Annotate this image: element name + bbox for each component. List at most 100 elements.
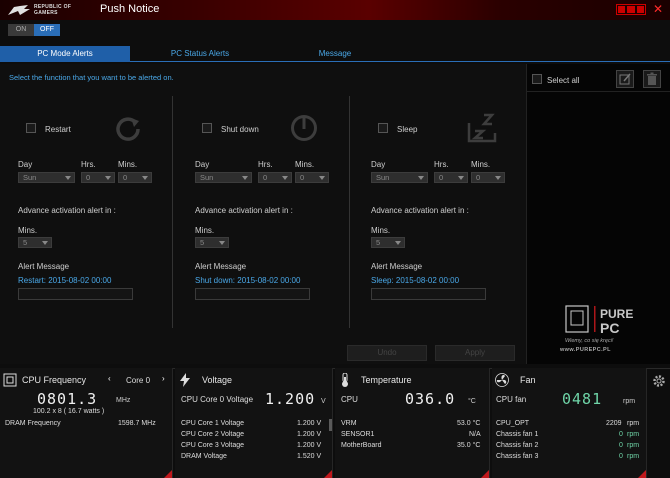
voltage-row-label: CPU Core 2 Voltage	[181, 431, 245, 438]
restart-checkbox[interactable]	[26, 123, 36, 133]
fan-row-label: CPU_OPT	[496, 420, 530, 427]
advance-label: Advance activation alert in :	[195, 206, 293, 215]
cpu-fan-value: 0481	[562, 390, 603, 408]
fan-row-value: 0	[619, 431, 623, 438]
toggle-off[interactable]: OFF	[34, 24, 60, 36]
shutdown-checkbox[interactable]	[202, 123, 212, 133]
temperature-row-value: 53.0 °C	[457, 420, 481, 427]
hrs-select[interactable]: 0	[258, 172, 292, 183]
cpu-temperature-label: CPU	[341, 395, 358, 404]
on-off-toggle[interactable]: ON OFF	[8, 24, 60, 36]
list-toolbar: Select all	[527, 64, 670, 92]
expand-corner[interactable]	[481, 470, 489, 478]
hrs-label: Hrs.	[434, 160, 449, 169]
alert-message-label: Alert Message	[371, 262, 423, 271]
tab-pc-status-alerts[interactable]: PC Status Alerts	[135, 46, 265, 62]
fan-row-unit: rpm	[627, 442, 640, 449]
cpu-fan-unit: rpm	[623, 398, 636, 405]
voltage-title: Voltage	[202, 375, 233, 385]
mins-select[interactable]: 0	[295, 172, 329, 183]
hrs-label: Hrs.	[81, 160, 96, 169]
mins-select[interactable]: 0	[471, 172, 505, 183]
dram-frequency-value: 1598.7 MHz	[118, 420, 156, 427]
day-label: Day	[195, 160, 210, 169]
cpu-frequency-title: CPU Frequency	[22, 375, 87, 385]
mins-label: Mins.	[118, 160, 138, 169]
cpu-temperature-value: 036.0	[405, 390, 456, 408]
adv-mins-select[interactable]: 5	[18, 237, 52, 248]
hrs-select[interactable]: 0	[81, 172, 115, 183]
expand-corner[interactable]	[324, 470, 332, 478]
adv-mins-label: Mins.	[371, 226, 391, 235]
gear-icon[interactable]	[652, 374, 666, 388]
tab-pc-mode-alerts[interactable]: PC Mode Alerts	[0, 46, 130, 62]
temperature-row-label: SENSOR1	[341, 431, 375, 438]
undo-button[interactable]: Undo	[347, 345, 427, 361]
voltage-row-value: 1.520 V	[297, 453, 322, 460]
sleep-label: Sleep	[397, 125, 418, 134]
fan-row-unit: rpm	[627, 453, 640, 460]
edit-button[interactable]	[616, 70, 634, 88]
temperature-row-value: 35.0 °C	[457, 442, 481, 449]
advance-label: Advance activation alert in :	[371, 206, 469, 215]
day-label: Day	[18, 160, 33, 169]
temperature-row-label: MotherBoard	[341, 442, 382, 449]
expand-corner[interactable]	[164, 470, 172, 478]
fan-row-unit: rpm	[627, 431, 640, 438]
hrs-select[interactable]: 0	[434, 172, 468, 183]
temperature-row-label: VRM	[341, 420, 357, 427]
day-select[interactable]: Sun	[195, 172, 252, 183]
sleep-checkbox[interactable]	[378, 123, 388, 133]
tab-message[interactable]: Message	[270, 46, 400, 62]
core-next-button[interactable]: ›	[162, 374, 165, 383]
fan-row-value: 2209	[606, 420, 622, 427]
close-button[interactable]: ✕	[652, 3, 664, 15]
day-select[interactable]: Sun	[18, 172, 75, 183]
mins-select[interactable]: 0	[118, 172, 152, 183]
restart-icon	[116, 117, 140, 141]
window-layout-button[interactable]	[616, 4, 646, 15]
trash-icon	[647, 72, 657, 85]
sleep-icon	[467, 113, 497, 143]
alert-message-label: Alert Message	[18, 262, 70, 271]
fan-row-value: 0	[619, 453, 623, 460]
alert-message-label: Alert Message	[195, 262, 247, 271]
dram-frequency-label: DRAM Frequency	[5, 420, 61, 427]
voltage-row-value: 1.200 V	[297, 420, 322, 427]
alert-message-input[interactable]	[195, 288, 310, 300]
alert-message-input[interactable]	[371, 288, 486, 300]
mins-label: Mins.	[471, 160, 491, 169]
day-label: Day	[371, 160, 386, 169]
fan-icon	[495, 373, 509, 387]
voltage-scrollbar[interactable]	[329, 419, 332, 431]
adv-mins-select[interactable]: 5	[195, 237, 229, 248]
cpu-core0-voltage-unit: V	[321, 398, 326, 405]
voltage-row-label: DRAM Voltage	[181, 453, 227, 460]
temperature-title: Temperature	[361, 375, 412, 385]
fan-row-label: Chassis fan 3	[496, 453, 539, 460]
cpu-frequency-value: 0801.3	[37, 390, 98, 408]
adv-mins-label: Mins.	[195, 226, 215, 235]
brand-text: REPUBLIC OF GAMERS	[34, 4, 72, 16]
window-title: Push Notice	[100, 3, 160, 15]
alert-message-input[interactable]	[18, 288, 133, 300]
instruction-text: Select the function that you want to be …	[9, 73, 174, 82]
fan-title: Fan	[520, 375, 536, 385]
expand-corner[interactable]	[638, 470, 646, 478]
toggle-on[interactable]: ON	[8, 24, 34, 36]
apply-button[interactable]: Apply	[435, 345, 515, 361]
select-all-label: Select all	[547, 76, 580, 85]
fan-module: Fan CPU fan 0481 rpm CPU_OPT 2209 rpm Ch…	[492, 368, 647, 478]
temperature-module: Temperature CPU 036.0 °C VRM 53.0 °C SEN…	[335, 368, 490, 478]
day-select[interactable]: Sun	[371, 172, 428, 183]
voltage-row-label: CPU Core 1 Voltage	[181, 420, 245, 427]
hrs-label: Hrs.	[258, 160, 273, 169]
alert-message-value: Sleep: 2015-08-02 00:00	[371, 276, 460, 285]
cpu-multiplier: 100.2 x 8 ( 16.7 watts )	[33, 408, 105, 415]
voltage-module: Voltage CPU Core 0 Voltage 1.200 V CPU C…	[175, 368, 333, 478]
delete-button[interactable]	[643, 70, 661, 88]
watermark-tagline: Wiemy, co się kręci!	[565, 338, 614, 344]
select-all-checkbox[interactable]	[532, 74, 542, 84]
core-prev-button[interactable]: ‹	[108, 374, 111, 383]
adv-mins-select[interactable]: 5	[371, 237, 405, 248]
